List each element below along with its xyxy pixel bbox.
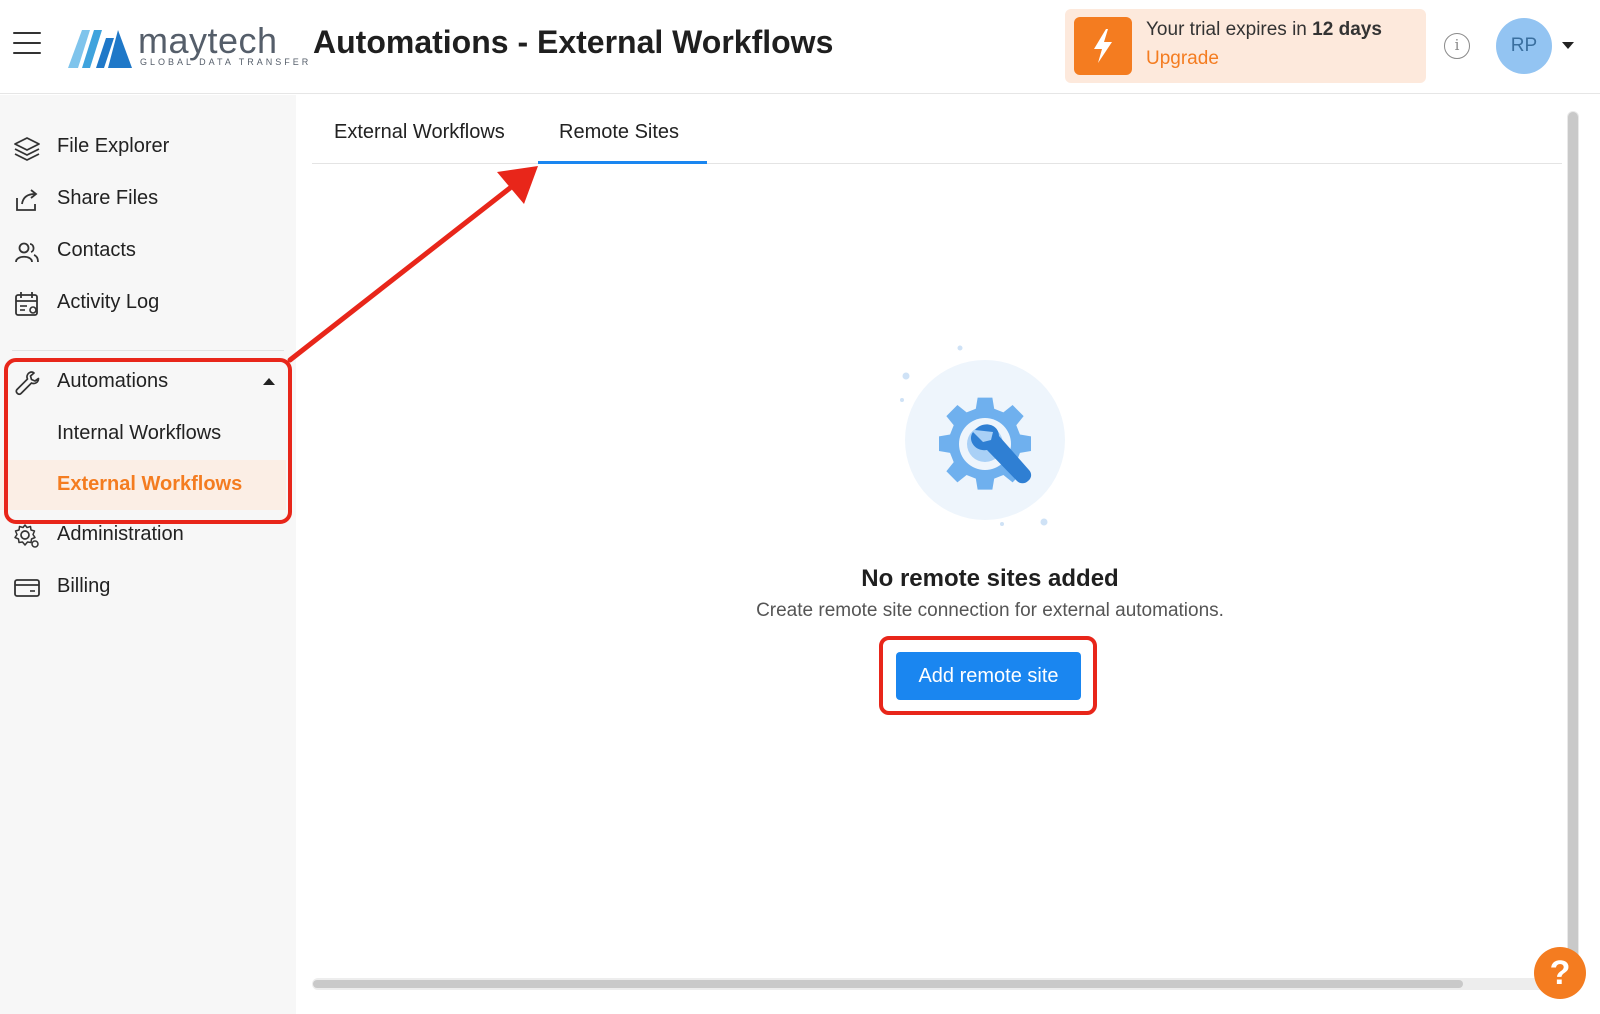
layers-icon: [14, 137, 40, 161]
sidebar-item-label: Share Files: [57, 187, 159, 209]
hamburger-menu-icon[interactable]: [13, 32, 41, 56]
maytech-logo[interactable]: maytech GLOBAL DATA TRANSFER: [68, 20, 308, 72]
lightning-icon: [1074, 17, 1132, 75]
sidebar-item-label: File Explorer: [57, 135, 170, 157]
contacts-icon: [15, 242, 39, 263]
sidebar-item-label: Automations: [57, 370, 169, 392]
logo-tagline: GLOBAL DATA TRANSFER: [140, 57, 312, 67]
sidebar-item-label: Billing: [57, 575, 111, 597]
help-icon[interactable]: ?: [1534, 947, 1586, 999]
sidebar-item-label: Activity Log: [57, 291, 160, 313]
card-icon: [14, 579, 40, 597]
user-avatar[interactable]: RP: [1496, 18, 1552, 74]
tab-remote-sites[interactable]: Remote Sites: [559, 121, 679, 144]
chevron-up-icon[interactable]: [263, 378, 275, 385]
main-content: External Workflows Remote Sites No remot…: [296, 95, 1600, 1014]
trial-prefix: Your trial expires in: [1146, 19, 1313, 40]
trial-banner: Your trial expires in 12 days Upgrade: [1065, 9, 1426, 83]
vertical-scrollbar[interactable]: [1567, 111, 1579, 969]
top-header: maytech GLOBAL DATA TRANSFER Automations…: [0, 0, 1600, 94]
sidebar-item-label: Contacts: [57, 239, 136, 261]
empty-state-title: No remote sites added: [861, 565, 1119, 592]
sidebar-item-activity-log[interactable]: Activity Log: [0, 278, 296, 328]
trial-message: Your trial expires in 12 days: [1146, 19, 1382, 41]
page-title: Automations - External Workflows: [313, 24, 834, 60]
sidebar-subitem-external-workflows[interactable]: External Workflows: [0, 460, 286, 510]
app-root: maytech GLOBAL DATA TRANSFER Automations…: [0, 0, 1600, 1014]
horizontal-scrollbar[interactable]: [312, 978, 1562, 990]
active-tab-indicator: [538, 161, 707, 164]
trial-days: 12 days: [1312, 19, 1382, 40]
sidebar-item-label: Administration: [57, 523, 184, 545]
sidebar-subitem-internal-workflows[interactable]: Internal Workflows: [0, 409, 286, 459]
add-remote-site-button[interactable]: Add remote site: [896, 652, 1081, 700]
sidebar-item-file-explorer[interactable]: File Explorer: [0, 122, 296, 172]
sidebar-subitem-label: Internal Workflows: [57, 422, 222, 444]
activity-log-icon: [15, 292, 38, 316]
info-icon[interactable]: i: [1444, 33, 1470, 59]
sidebar-subitem-label: External Workflows: [57, 473, 243, 495]
share-icon: [16, 189, 38, 211]
empty-state-description: Create remote site connection for extern…: [756, 600, 1224, 621]
sidebar-item-administration[interactable]: Administration: [0, 510, 296, 560]
sidebar-item-contacts[interactable]: Contacts: [0, 226, 296, 276]
logo-mark-icon: [68, 30, 132, 68]
gear-icon: [14, 524, 39, 548]
upgrade-link[interactable]: Upgrade: [1146, 48, 1219, 70]
wrench-icon: [15, 371, 40, 396]
tab-external-workflows[interactable]: External Workflows: [334, 121, 505, 144]
logo-wordmark: maytech: [138, 20, 278, 61]
tab-bar: External Workflows Remote Sites: [312, 95, 1562, 164]
horizontal-scrollbar-thumb[interactable]: [313, 980, 1463, 988]
sidebar-item-billing[interactable]: Billing: [0, 562, 296, 612]
chevron-down-icon[interactable]: [1562, 42, 1574, 49]
sidebar: File Explorer Share Files Contacts Activ…: [0, 95, 296, 1014]
sidebar-item-share-files[interactable]: Share Files: [0, 174, 296, 224]
sidebar-divider: [12, 350, 284, 351]
vertical-scrollbar-thumb[interactable]: [1568, 112, 1578, 968]
remote-site-settings-icon: [900, 345, 1065, 526]
sidebar-item-automations[interactable]: Automations: [0, 357, 296, 407]
